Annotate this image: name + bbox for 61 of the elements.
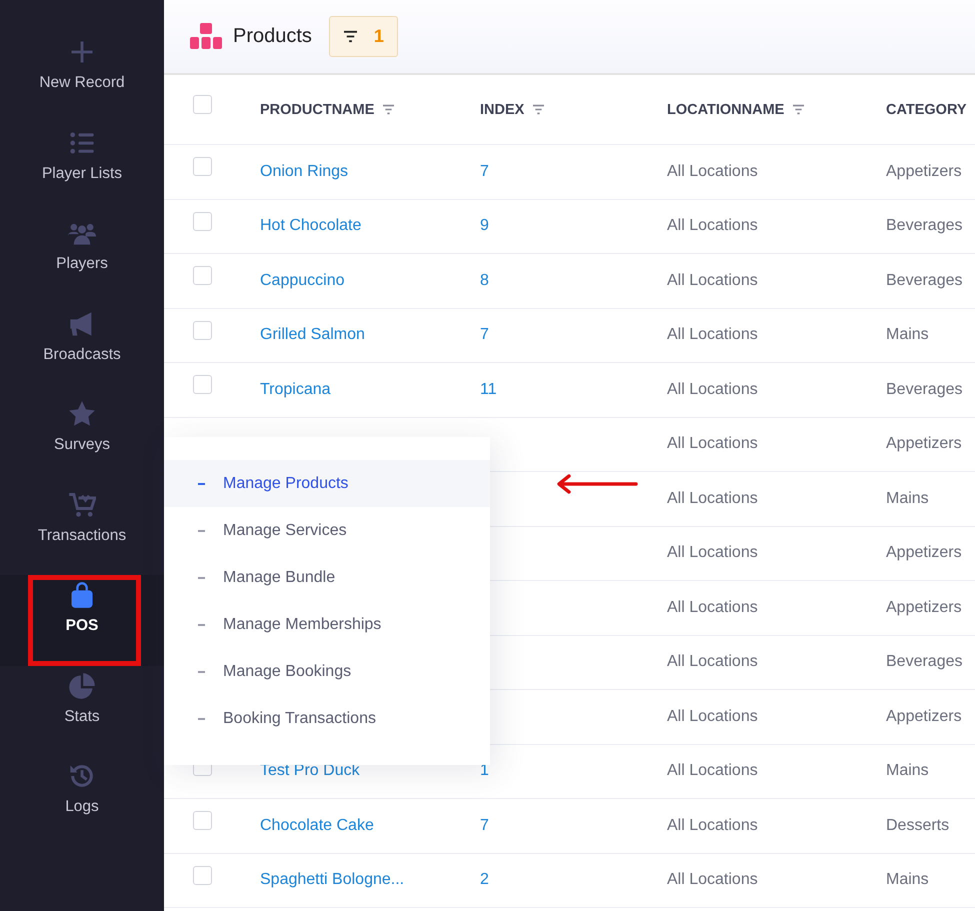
column-header[interactable]: INDEX xyxy=(480,102,524,118)
table-cell: All Locations xyxy=(667,708,758,726)
table-link[interactable]: Onion Rings xyxy=(260,162,348,181)
table-cell: Mains xyxy=(886,490,929,508)
nav-item[interactable]: Stats xyxy=(0,666,164,756)
table-cell: All Locations xyxy=(667,272,758,290)
nav-item[interactable]: POS xyxy=(0,575,164,666)
nav-item[interactable]: Logs xyxy=(0,756,164,846)
table-cell: Desserts xyxy=(886,816,950,835)
table-link[interactable]: 7 xyxy=(480,326,489,344)
table-cell: All Locations xyxy=(667,871,758,890)
table-cell: All Locations xyxy=(667,816,758,835)
table-link[interactable]: 8 xyxy=(480,272,489,290)
page-title: Products xyxy=(233,25,312,48)
nav-item[interactable]: Transactions xyxy=(0,484,164,575)
table-link[interactable]: 7 xyxy=(480,162,489,181)
table-link[interactable]: 7 xyxy=(480,816,489,835)
table-cell: All Locations xyxy=(667,762,758,780)
menu-item[interactable]: Manage Memberships xyxy=(164,601,490,648)
table-cell: Beverages xyxy=(886,380,962,399)
table-link[interactable]: Hot Chocolate xyxy=(260,217,362,236)
nav-item[interactable]: Player Lists xyxy=(0,122,164,213)
table-link[interactable]: Cappuccino xyxy=(260,272,344,290)
table-cell: Beverages xyxy=(886,653,962,672)
table-cell: Appetizers xyxy=(886,598,962,617)
table-cell: Mains xyxy=(886,762,929,780)
table-link[interactable]: Grilled Salmon xyxy=(260,326,365,344)
table-link[interactable]: 2 xyxy=(480,871,489,890)
table-link[interactable]: Tropicana xyxy=(260,380,331,399)
table-cell: All Locations xyxy=(667,544,758,562)
menu-item[interactable]: Manage Bundle xyxy=(164,554,490,601)
table-cell: All Locations xyxy=(667,217,758,236)
nav-item[interactable]: Broadcasts xyxy=(0,304,164,394)
table-cell: All Locations xyxy=(667,162,758,181)
menu-item[interactable]: Booking Transactions xyxy=(164,695,490,742)
table-cell: Appetizers xyxy=(886,435,962,454)
table-link[interactable]: Chocolate Cake xyxy=(260,816,374,835)
table-cell: Mains xyxy=(886,871,929,890)
column-header[interactable]: LOCATIONNAME xyxy=(667,102,784,118)
nav-item[interactable]: New Record xyxy=(0,32,164,122)
column-header[interactable]: CATEGORY xyxy=(886,102,967,118)
table-cell: Mains xyxy=(886,326,929,344)
table-cell: All Locations xyxy=(667,490,758,508)
table-cell: All Locations xyxy=(667,326,758,344)
table-cell: Beverages xyxy=(886,272,962,290)
nav-item[interactable]: Surveys xyxy=(0,394,164,484)
table-cell: Appetizers xyxy=(886,162,962,181)
nav-item[interactable]: Players xyxy=(0,213,164,304)
menu-item[interactable]: Manage Services xyxy=(164,507,490,554)
table-cell: Appetizers xyxy=(886,544,962,562)
table-cell: All Locations xyxy=(667,435,758,454)
table-link[interactable]: 11 xyxy=(480,380,497,399)
table-cell: All Locations xyxy=(667,598,758,617)
table-cell: All Locations xyxy=(667,653,758,672)
table-cell: Appetizers xyxy=(886,708,962,726)
column-header[interactable]: PRODUCTNAME xyxy=(260,102,374,118)
table-link[interactable]: 9 xyxy=(480,217,489,236)
menu-item[interactable]: Manage Bookings xyxy=(164,648,490,695)
table-cell: Beverages xyxy=(886,217,962,236)
table-link[interactable]: Spaghetti Bologne... xyxy=(260,871,404,890)
table-cell: All Locations xyxy=(667,380,758,399)
